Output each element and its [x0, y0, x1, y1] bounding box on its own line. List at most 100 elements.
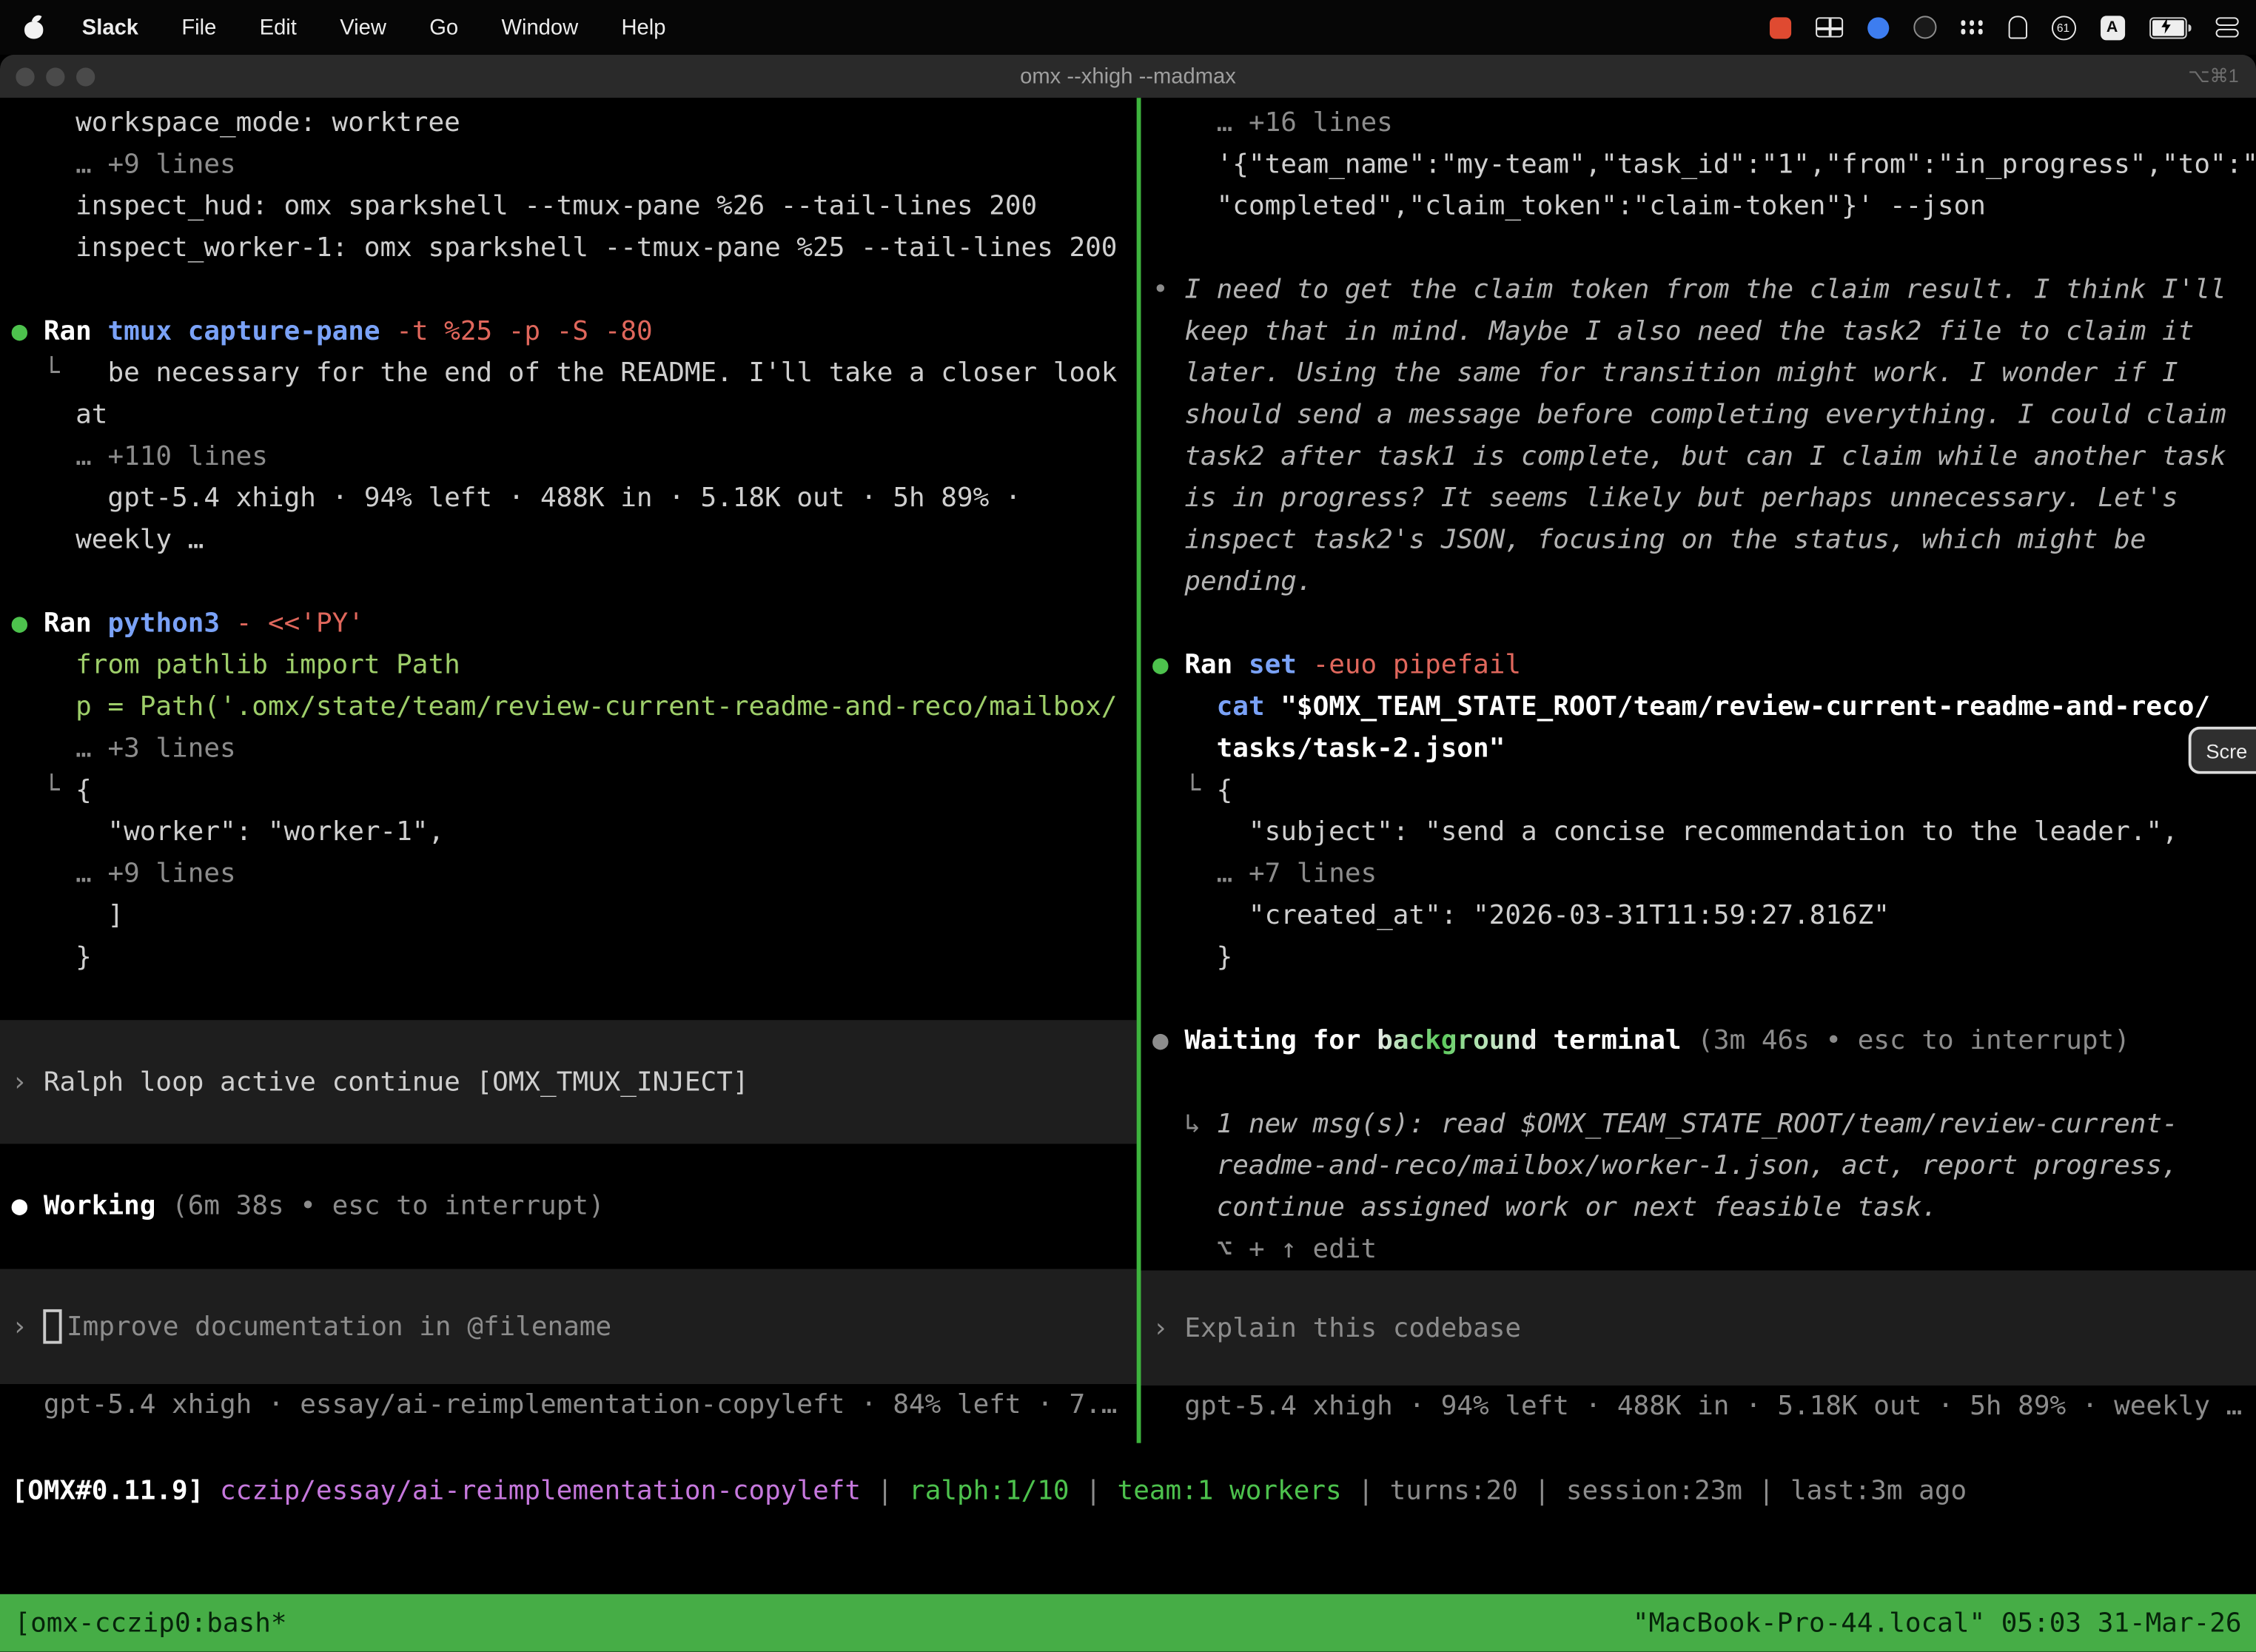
input-source-icon[interactable]: A	[2100, 15, 2124, 39]
composer[interactable]: › Explain this codebase	[1141, 1270, 2256, 1386]
screen: Slack File Edit View Go Window Help 61 A	[0, 0, 2256, 1652]
text-segment: cczip/essay/ai-reimplementation-copyleft	[220, 1476, 861, 1506]
menu-edit[interactable]: Edit	[260, 15, 297, 39]
control-center-icon[interactable]	[2216, 17, 2239, 38]
text-segment: {	[1217, 776, 1233, 806]
control-center-pill	[2216, 17, 2239, 26]
terminal-line: • I need to get the claim token from the…	[1141, 269, 2256, 311]
menu-help[interactable]: Help	[621, 15, 665, 39]
left-terminal-pane[interactable]: workspace_mode: worktree … +9 lines inspec…	[0, 98, 1137, 1443]
text-cursor	[44, 1309, 62, 1344]
terminal-line: task2 after task1 is complete, but can I…	[1141, 436, 2256, 477]
text-segment: ●	[1152, 651, 1184, 681]
text-segment: last:3m ago	[1790, 1476, 1967, 1506]
blank-line	[1141, 602, 2256, 644]
text-segment: I need to get the claim token from the c…	[1184, 275, 2226, 305]
ghost-app-icon[interactable]	[2008, 16, 2027, 38]
terminal-line: inspect_hud: omx sparkshell --tmux-pane …	[0, 186, 1137, 227]
terminal-line: ● Waiting for background terminal (3m 46…	[1141, 1020, 2256, 1061]
text-segment: inspect task2's JSON, focusing on the st…	[1184, 526, 2146, 556]
tmux-status-bar: [omx-cczip0:bash* "MacBook-Pro-44.local"…	[0, 1594, 2256, 1652]
text-segment: … +110 lines	[75, 442, 268, 472]
text-segment: task2 after task1 is complete, but can I…	[1184, 442, 2226, 472]
text-segment: {	[75, 776, 92, 806]
composer[interactable]: › Improve documentation in @filename	[0, 1269, 1137, 1385]
text-segment: readme-and-reco/mailbox/worker-1.json, a…	[1217, 1151, 2178, 1181]
tmux-panes: workspace_mode: worktree … +9 lines inspec…	[0, 98, 2256, 1443]
text-segment: ralph:1/10	[909, 1476, 1070, 1506]
text-segment: Ran	[1184, 651, 1249, 681]
close-button[interactable]	[16, 67, 34, 85]
terminal-line: └ {	[0, 770, 1137, 811]
text-segment: |	[1342, 1476, 1390, 1506]
battery-icon[interactable]	[2149, 16, 2191, 38]
text-segment: background	[1377, 1026, 1537, 1056]
terminal-line: '{"team_name":"my-team","task_id":"1","f…	[1141, 144, 2256, 185]
text-segment: Ralph loop active continue [OMX_TMUX_INJ…	[44, 1061, 749, 1103]
terminal-line: "created_at": "2026-03-31T11:59:27.816Z"	[1141, 895, 2256, 936]
terminal-line: ● Ran tmux capture-pane -t %25 -p -S -80	[0, 311, 1137, 352]
window-title: omx --xhigh --madmax	[0, 64, 2256, 89]
text-segment: └	[1184, 776, 1216, 806]
minimize-button[interactable]	[46, 67, 64, 85]
screen-recording-icon[interactable]	[1769, 16, 1790, 38]
window-grid-icon[interactable]	[1815, 17, 1842, 37]
menu-bar-status-icons: 61 A	[1769, 15, 2239, 39]
desktop: Slack File Edit View Go Window Help 61 A	[0, 0, 2256, 1652]
text-segment: weekly …	[75, 526, 204, 556]
menu-window[interactable]: Window	[501, 15, 578, 39]
text-segment: ›	[12, 1306, 44, 1347]
text-segment: from pathlib import Path	[75, 651, 460, 681]
terminal-line: ● Working (6m 38s • esc to interrupt)	[0, 1186, 1137, 1227]
text-segment: keep that in mind. Maybe I also need the…	[1184, 317, 2194, 347]
blue-app-icon[interactable]	[1867, 16, 1888, 38]
text-segment: -t %25 -p -S -80	[380, 317, 653, 347]
text-segment: gpt-5.4 xhigh · 94% left · 488K in · 5.1…	[1184, 1391, 2242, 1422]
terminal-line: weekly …	[0, 520, 1137, 561]
control-center-pill	[2216, 29, 2239, 38]
text-segment: ⌥ + ↑ edit	[1217, 1235, 1377, 1265]
window-titlebar[interactable]: omx --xhigh --madmax ⌥⌘1	[0, 55, 2256, 99]
dark-app-icon[interactable]	[1913, 16, 1936, 38]
text-segment: continue assigned work or next feasible …	[1217, 1192, 1938, 1223]
terminal-line: at	[0, 394, 1137, 436]
text-segment: ]	[107, 901, 124, 931]
terminal-line: … +9 lines	[0, 853, 1137, 895]
terminal-line: is in progress? It seems likely but perh…	[1141, 477, 2256, 519]
terminal-line: should send a message before completing …	[1141, 394, 2256, 436]
terminal-line: p = Path('.omx/state/team/review-current…	[0, 686, 1137, 728]
terminal-line: inspect_worker-1: omx sparkshell --tmux-…	[0, 227, 1137, 269]
terminal-line: "completed","claim_token":"claim-token"}…	[1141, 186, 2256, 227]
badge-61-icon[interactable]: 61	[2051, 15, 2075, 39]
menu-go[interactable]: Go	[429, 15, 458, 39]
zoom-button[interactable]	[76, 67, 95, 85]
terminal-line: workspace_mode: worktree	[0, 102, 1137, 144]
apple-menu-icon[interactable]	[23, 16, 44, 38]
inject-banner[interactable]: › Ralph loop active continue [OMX_TMUX_I…	[0, 1020, 1137, 1144]
text-segment: … +9 lines	[75, 150, 236, 180]
terminal-line: }	[0, 936, 1137, 978]
blank-line	[0, 1227, 1137, 1269]
menu-file[interactable]: File	[181, 15, 216, 39]
text-segment: ●	[12, 608, 44, 639]
text-segment: tasks/task-2.json"	[1217, 733, 1505, 764]
terminal-line: continue assigned work or next feasible …	[1141, 1187, 2256, 1229]
terminal-line: … +9 lines	[0, 144, 1137, 185]
text-segment: inspect_hud: omx sparkshell --tmux-pane …	[75, 192, 1037, 222]
text-segment: ● Working	[12, 1192, 156, 1222]
menu-app-name[interactable]: Slack	[82, 15, 138, 39]
terminal-line: pending.	[1141, 561, 2256, 602]
window-shortcut-hint: ⌥⌘1	[2188, 64, 2256, 87]
right-terminal-pane[interactable]: … +16 lines '{"team_name":"my-team","task…	[1141, 98, 2256, 1443]
text-segment: |	[1518, 1476, 1566, 1506]
terminal-line: from pathlib import Path	[0, 645, 1137, 686]
text-segment: … +16 lines	[1217, 108, 1393, 138]
dots-grid-icon[interactable]	[1961, 20, 1984, 34]
text-segment: "subject": "send a concise recommendatio…	[1249, 817, 2178, 847]
text-segment: gpt-5.4 xhigh · 94% left · 488K in · 5.1…	[107, 483, 1021, 514]
menu-view[interactable]: View	[340, 15, 386, 39]
text-segment: └	[44, 776, 75, 806]
screen-notification-overlay[interactable]: Scre	[2189, 727, 2256, 774]
text-segment: (6m 38s • esc to interrupt)	[155, 1192, 604, 1222]
text-segment: p = Path('.omx/state/team/review-current…	[75, 692, 1117, 722]
